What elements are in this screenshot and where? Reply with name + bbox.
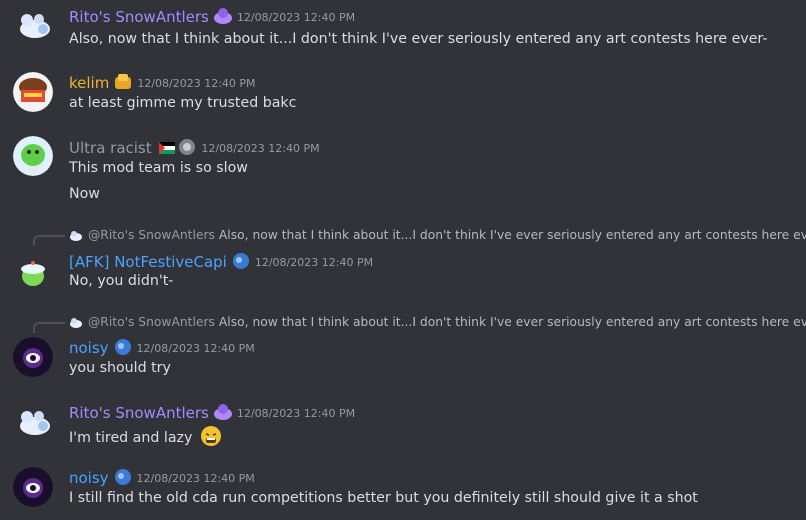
message-text: Also, now that I think about it...I don'… xyxy=(69,31,768,47)
reply-avatar-icon xyxy=(69,229,83,241)
avatar[interactable] xyxy=(13,72,53,112)
timestamp: 12/08/2023 12:40 PM xyxy=(136,342,255,355)
message-text: I still find the old cda run competition… xyxy=(69,490,698,506)
avatar[interactable] xyxy=(13,136,53,176)
author-name[interactable]: [AFK] NotFestiveCapi 12/08/2023 12:40 PM xyxy=(69,252,373,271)
message-text: I'm tired and lazy xyxy=(69,425,222,447)
avatar[interactable] xyxy=(13,254,53,294)
author-name[interactable]: noisy 12/08/2023 12:40 PM xyxy=(69,468,255,487)
message-text: This mod team is so slow xyxy=(69,160,248,176)
role-badge-icon xyxy=(231,252,251,270)
author-name[interactable]: kelim 12/08/2023 12:40 PM xyxy=(69,73,256,92)
reply-preview[interactable]: @Rito's SnowAntlers Also, now that I thi… xyxy=(69,228,806,242)
timestamp: 12/08/2023 12:40 PM xyxy=(136,472,255,485)
author-name[interactable]: Ultra racist 12/08/2023 12:40 PM xyxy=(69,138,320,157)
timestamp: 12/08/2023 12:40 PM xyxy=(137,77,256,90)
tired-face-emoji-icon xyxy=(200,425,222,447)
timestamp: 12/08/2023 12:40 PM xyxy=(254,256,374,269)
reply-avatar-icon xyxy=(69,316,83,328)
flag-icon xyxy=(159,140,176,154)
reply-author[interactable]: @Rito's SnowAntlers xyxy=(88,228,215,242)
reply-preview[interactable]: @Rito's SnowAntlers Also, now that I thi… xyxy=(69,315,806,329)
author-name[interactable]: Rito's SnowAntlers 12/08/2023 12:40 PM xyxy=(69,7,355,26)
message-text: No, you didn't- xyxy=(69,273,174,289)
avatar[interactable] xyxy=(13,402,53,442)
role-badge-icon xyxy=(213,403,233,421)
message-text: you should try xyxy=(69,360,171,376)
timestamp: 12/08/2023 12:40 PM xyxy=(201,142,320,155)
timestamp: 12/08/2023 12:40 PM xyxy=(236,407,356,420)
role-badge-icon xyxy=(213,7,233,25)
author-name[interactable]: noisy 12/08/2023 12:40 PM xyxy=(69,338,255,357)
role-badge-icon xyxy=(113,338,133,356)
author-name[interactable]: Rito's SnowAntlers 12/08/2023 12:40 PM xyxy=(69,403,355,422)
reply-text: Also, now that I think about it...I don'… xyxy=(218,228,806,242)
timestamp: 12/08/2023 12:40 PM xyxy=(236,11,356,24)
avatar[interactable] xyxy=(13,467,53,507)
avatar[interactable] xyxy=(13,5,53,45)
reply-author[interactable]: @Rito's SnowAntlers xyxy=(88,315,215,329)
role-badge-icon xyxy=(113,73,133,91)
reply-connector xyxy=(33,235,65,246)
role-badge-icon xyxy=(177,138,197,156)
reply-connector xyxy=(33,322,65,333)
reply-text: Also, now that I think about it...I don'… xyxy=(218,315,806,329)
role-badge-icon xyxy=(113,468,133,486)
message-text: at least gimme my trusted bakc xyxy=(69,95,297,111)
avatar[interactable] xyxy=(13,337,53,377)
message-text: Now xyxy=(69,186,100,202)
